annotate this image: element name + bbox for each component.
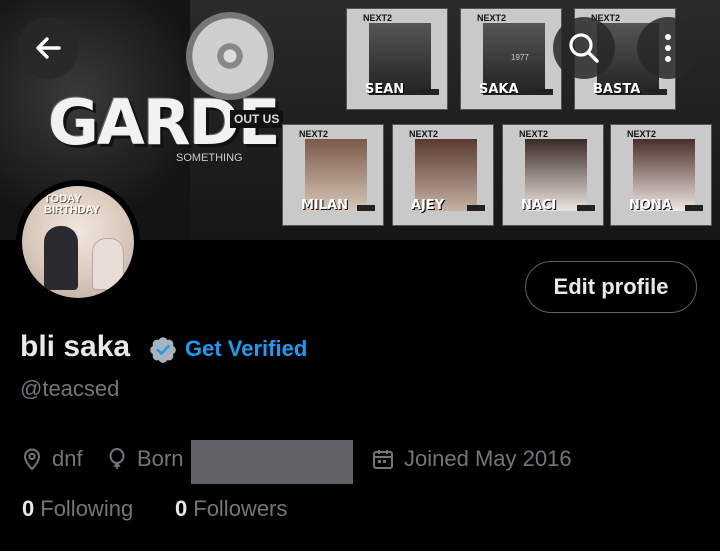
card-extra-text: 1977	[511, 53, 529, 62]
card-name: BASTA	[593, 82, 641, 97]
banner-card: NEXT2 SEAN	[346, 8, 448, 110]
card-name: MILAN	[301, 198, 348, 213]
card-name: NACI	[521, 198, 557, 213]
calendar-icon	[373, 450, 393, 469]
card-tag: NEXT2	[299, 129, 329, 139]
banner-sub-text: SOMETHING	[176, 152, 243, 164]
banner-card: NEXT2 NACI	[502, 124, 604, 226]
card-tag: NEXT2	[409, 129, 439, 139]
avatar-figure-right	[92, 238, 124, 290]
verified-badge-icon	[150, 337, 176, 363]
banner-sticker-text: OUT US	[230, 110, 284, 128]
avatar-caption: TODAY BIRTHDAY	[44, 194, 100, 216]
followers-count: 0	[175, 496, 188, 521]
followers-label: Followers	[193, 496, 288, 521]
card-badge	[467, 205, 485, 211]
avatar-image: TODAY BIRTHDAY	[22, 186, 134, 298]
banner-card: NEXT2 MILAN	[282, 124, 384, 226]
joined-date: Joined May 2016	[404, 446, 572, 471]
user-handle: @teacsed	[20, 376, 120, 401]
card-badge	[357, 205, 375, 211]
avatar-figure-left	[44, 226, 78, 290]
card-badge	[649, 89, 667, 95]
search-button[interactable]	[553, 17, 615, 79]
back-button[interactable]	[17, 17, 79, 79]
birthday-balloon-icon	[109, 448, 125, 469]
card-tag: NEXT2	[477, 13, 507, 23]
banner-card: NEXT2 1977 SAKA	[460, 8, 562, 110]
profile-avatar[interactable]: TODAY BIRTHDAY	[16, 180, 140, 304]
card-tag: NEXT2	[627, 129, 657, 139]
location-pin-icon	[23, 448, 41, 471]
card-name: NONA	[629, 198, 672, 213]
born-label: Born	[137, 446, 184, 471]
card-name: SEAN	[365, 82, 405, 97]
card-tag: NEXT2	[363, 13, 393, 23]
more-vertical-icon	[665, 34, 671, 62]
card-badge	[535, 89, 553, 95]
following-link[interactable]: 0 Following	[22, 496, 133, 522]
redacted-birthdate	[191, 440, 353, 484]
card-badge	[421, 89, 439, 95]
search-icon	[569, 33, 599, 63]
edit-profile-button[interactable]: Edit profile	[525, 261, 697, 313]
location-item: dnf	[22, 444, 83, 474]
card-badge	[577, 205, 595, 211]
more-options-button[interactable]	[637, 17, 699, 79]
banner-card: NEXT2 NONA	[610, 124, 712, 226]
card-name: SAKA	[479, 82, 519, 97]
back-arrow-icon	[36, 37, 61, 59]
banner-card: NEXT2 AJEY	[392, 124, 494, 226]
get-verified-link[interactable]: Get Verified	[185, 336, 307, 362]
location-text: dnf	[52, 446, 83, 471]
birthday-item: Born	[107, 444, 183, 474]
card-badge	[685, 205, 703, 211]
following-count: 0	[22, 496, 35, 521]
followers-link[interactable]: 0 Followers	[175, 496, 287, 522]
joined-item: Joined May 2016	[372, 444, 572, 474]
card-tag: NEXT2	[519, 129, 549, 139]
card-name: AJEY	[411, 198, 445, 213]
avatar-caption-line2: BIRTHDAY	[44, 204, 100, 216]
following-label: Following	[40, 496, 134, 521]
display-name: bli saka	[20, 330, 131, 363]
